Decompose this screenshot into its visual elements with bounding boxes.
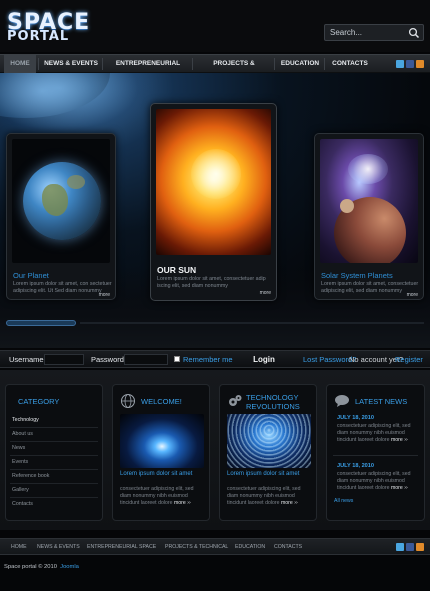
solar-planets-image: [320, 139, 418, 263]
header: SPACE PORTAL Search...: [0, 0, 430, 52]
news-date: JULY 18, 2010: [337, 463, 375, 469]
logo-line2: PORTAL: [7, 29, 70, 44]
welcome-title: WELCOME!: [141, 397, 182, 406]
search-input[interactable]: Search...: [324, 24, 424, 41]
speech-bubble-icon: [335, 395, 349, 407]
category-title: CATEGORY: [18, 397, 60, 406]
welcome-image: [120, 414, 204, 468]
welcome-panel: WELCOME! Lorem ipsum dolor sit amet cons…: [112, 384, 210, 521]
footer-item-entrepreneurial-space[interactable]: ENTREPRENEURIAL SPACE: [87, 544, 156, 550]
news-date: JULY 18, 2010: [337, 415, 375, 421]
welcome-text: consectetuer adipiscing elit, sed diam n…: [120, 486, 194, 506]
news-text: consectetuer adipiscing elit, sed diam n…: [337, 471, 411, 491]
slide-title[interactable]: Our Planet: [13, 271, 49, 280]
category-item-about-us[interactable]: About us: [12, 431, 33, 437]
facebook-icon[interactable]: [406, 543, 414, 551]
divider: [10, 441, 98, 442]
rss-icon[interactable]: [416, 60, 424, 68]
sun-image: [156, 109, 271, 255]
nav-item-entrepreneurial-space[interactable]: ENTREPRENEURIAL SPACE: [106, 55, 190, 85]
twitter-icon[interactable]: [396, 60, 404, 68]
gears-icon: [229, 395, 242, 406]
category-item-contacts[interactable]: Contacts: [12, 501, 33, 507]
nav-item-contacts[interactable]: CONTACTS: [328, 55, 372, 73]
slide-card-solar-system-planets[interactable]: Solar System Planets Lorem ipsum dolor s…: [314, 133, 424, 300]
nav-item-education[interactable]: EDUCATION: [278, 55, 322, 73]
main-nav: HOME NEWS & EVENTS ENTREPRENEURIAL SPACE…: [0, 54, 430, 85]
facebook-icon[interactable]: [406, 60, 414, 68]
nav-item-home[interactable]: HOME: [4, 55, 36, 73]
remember-me-label[interactable]: Remember me: [183, 355, 233, 364]
nav-divider: [102, 58, 103, 70]
slide-card-our-planet[interactable]: Our Planet Lorem ipsum dolor sit amet, c…: [6, 133, 116, 300]
more-link[interactable]: more: [391, 437, 403, 443]
footer-item-news-events[interactable]: NEWS & EVENTS: [37, 544, 80, 550]
footer-nav: HOME NEWS & EVENTS ENTREPRENEURIAL SPACE…: [0, 538, 430, 555]
category-item-gallery[interactable]: Gallery: [12, 487, 29, 493]
remember-me-checkbox[interactable]: [174, 356, 180, 362]
site-logo[interactable]: SPACE PORTAL: [7, 12, 117, 44]
nav-divider: [274, 58, 275, 70]
more-link[interactable]: more: [260, 290, 271, 296]
fiber-optics-image: [227, 414, 311, 468]
nav-divider: [192, 58, 193, 70]
category-item-technology[interactable]: Technology: [12, 417, 39, 423]
copyright: Space portal © 2010 Joomla: [4, 564, 79, 570]
category-item-events[interactable]: Events: [12, 459, 28, 465]
divider: [10, 483, 98, 484]
slider-scrollbar[interactable]: [6, 320, 76, 326]
divider: [10, 469, 98, 470]
news-text: consectetuer adipiscing elit, sed diam n…: [337, 423, 411, 443]
footer-item-contacts[interactable]: CONTACTS: [274, 544, 302, 550]
more-link[interactable]: more: [281, 500, 293, 506]
slide-title[interactable]: Solar System Planets: [321, 271, 393, 280]
technology-headline[interactable]: Lorem ipsum dolor sit amet: [227, 471, 313, 479]
password-label: Password: [91, 355, 124, 364]
nav-item-projects-technical[interactable]: PROJECTS & TECHNICAL: [196, 55, 272, 85]
welcome-headline[interactable]: Lorem ipsum dolor sit amet: [120, 471, 206, 479]
slide-title[interactable]: OUR SUN: [157, 265, 196, 275]
slider-track: [80, 322, 424, 324]
latest-news-panel: LATEST NEWS JULY 18, 2010 consectetuer a…: [326, 384, 425, 521]
rss-icon[interactable]: [416, 543, 424, 551]
category-item-news[interactable]: News: [12, 445, 25, 451]
username-label: Username:: [9, 355, 46, 364]
nav-divider: [38, 58, 39, 70]
technology-panel: TECHNOLOGY REVOLUTIONS Lorem ipsum dolor …: [219, 384, 317, 521]
technology-title: TECHNOLOGY REVOLUTIONS: [246, 393, 300, 411]
globe-icon: [121, 394, 135, 408]
nav-divider: [324, 58, 325, 70]
more-link[interactable]: more: [407, 292, 418, 298]
slide-card-our-sun[interactable]: OUR SUN Lorem ipsum dolor sit amet, cons…: [150, 103, 277, 301]
latest-news-title: LATEST NEWS: [355, 397, 408, 406]
earth-image: [12, 139, 110, 263]
username-field[interactable]: [44, 354, 84, 365]
divider: [10, 427, 98, 428]
nav-item-news-events[interactable]: NEWS & EVENTS: [42, 55, 100, 73]
footer-item-home[interactable]: HOME: [11, 544, 27, 550]
twitter-icon[interactable]: [396, 543, 404, 551]
divider: [10, 455, 98, 456]
search-placeholder: Search...: [330, 28, 363, 37]
category-panel: CATEGORY Technology About us News Events…: [5, 384, 103, 521]
more-link[interactable]: more: [174, 500, 186, 506]
divider: [333, 455, 418, 456]
more-link[interactable]: more: [99, 292, 110, 298]
register-link[interactable]: Register: [395, 355, 423, 364]
slide-text: Lorem ipsum dolor sit amet, consectetuer…: [157, 276, 266, 289]
hero-slider: Our Planet Lorem ipsum dolor sit amet, c…: [0, 73, 430, 348]
login-button[interactable]: Login: [248, 353, 280, 366]
technology-text: consectetuer adipiscing elit, sed diam n…: [227, 486, 301, 506]
more-link[interactable]: more: [391, 485, 403, 491]
joomla-link[interactable]: Joomla: [60, 564, 79, 570]
search-icon[interactable]: [408, 27, 420, 39]
category-item-reference-book[interactable]: Reference book: [12, 473, 49, 479]
content-area: CATEGORY Technology About us News Events…: [0, 370, 430, 530]
footer-item-education[interactable]: EDUCATION: [235, 544, 265, 550]
divider: [10, 497, 98, 498]
login-bar: Username: Password Remember me Login Los…: [0, 350, 430, 368]
footer-item-projects-technical[interactable]: PROJECTS & TECHNICAL: [165, 544, 228, 550]
all-news-link[interactable]: All news: [334, 498, 353, 504]
password-field[interactable]: [124, 354, 168, 365]
